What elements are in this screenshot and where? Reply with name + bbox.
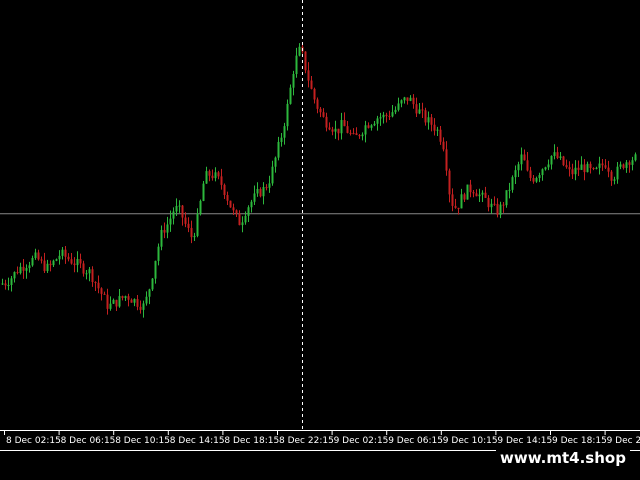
candle bbox=[151, 278, 154, 291]
x-tick-label: 8 Dec 06:15 bbox=[61, 436, 116, 446]
site-watermark: www.mt4.shop bbox=[496, 444, 630, 472]
x-tick-label: 8 Dec 02:15 bbox=[6, 436, 61, 446]
x-tick-label: 8 Dec 18:15 bbox=[224, 436, 279, 446]
x-tick-label: 9 Dec 02:15 bbox=[334, 436, 389, 446]
candle bbox=[505, 190, 508, 208]
x-tick-label: 8 Dec 22:15 bbox=[279, 436, 334, 446]
candle bbox=[229, 200, 232, 208]
x-tick-label: 8 Dec 14:15 bbox=[170, 436, 225, 446]
candle bbox=[304, 51, 307, 74]
x-tick-label: 8 Dec 10:15 bbox=[115, 436, 170, 446]
x-tick-label: 9 Dec 10:15 bbox=[443, 436, 498, 446]
price-chart[interactable]: 8 Dec 02:15 8 Dec 06:15 8 Dec 10:15 8 Dec 1… bbox=[0, 0, 640, 480]
candle bbox=[286, 99, 289, 131]
chart-background bbox=[0, 0, 640, 480]
candle bbox=[202, 180, 205, 202]
candle bbox=[562, 155, 565, 167]
x-tick-label: 9 Dec 06:15 bbox=[388, 436, 443, 446]
candle bbox=[199, 199, 202, 216]
candle bbox=[466, 184, 469, 200]
